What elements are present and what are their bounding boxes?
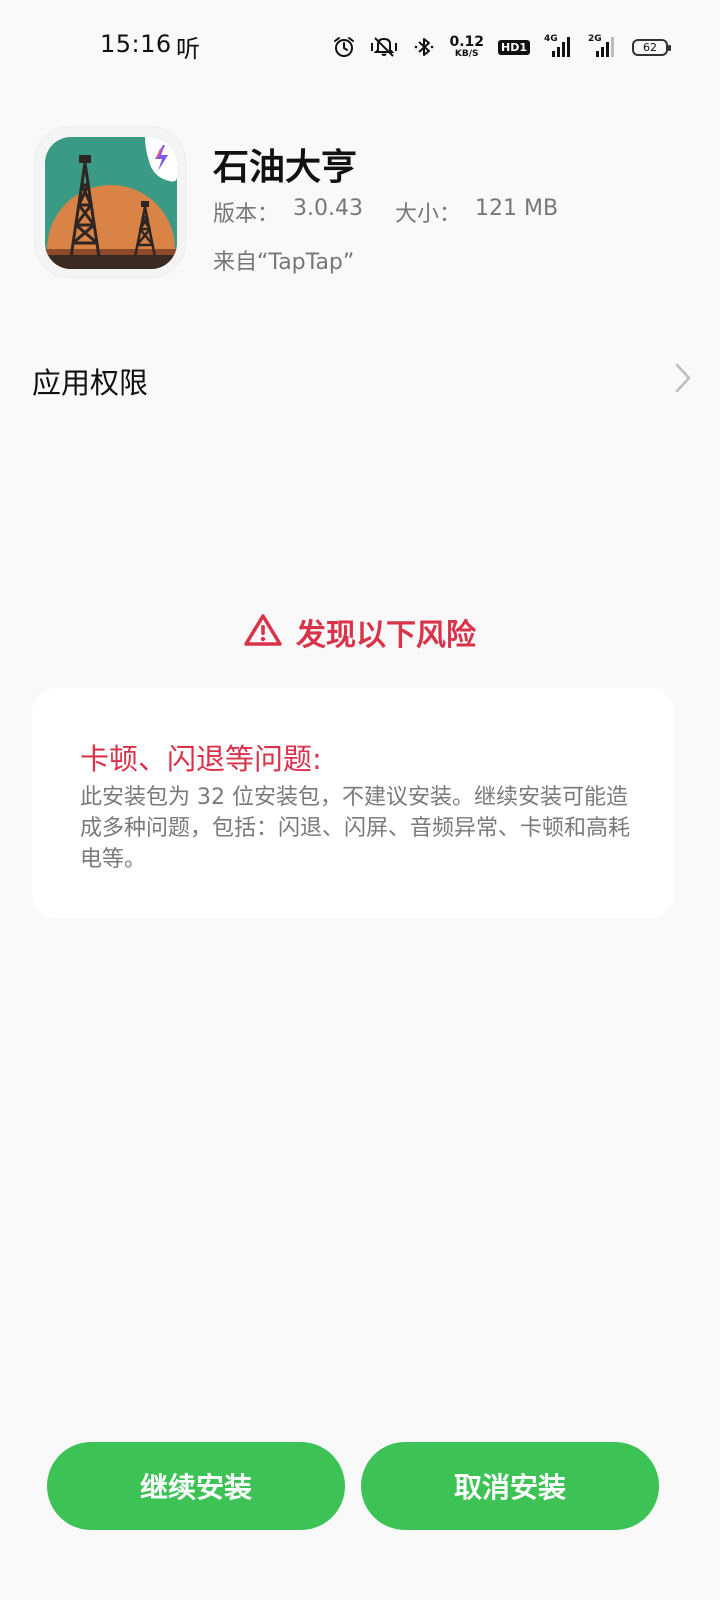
status-bar: 15:16 听 0.12 KB/S HD1 4G 2G 62 bbox=[0, 0, 720, 94]
app-source: 来自“TapTap” bbox=[213, 250, 355, 275]
listen-app-icon: 听 bbox=[176, 35, 200, 63]
hd-voice-badge: HD1 bbox=[498, 39, 530, 55]
status-icons: 0.12 KB/S HD1 4G 2G 62 bbox=[333, 34, 671, 60]
signal-2g-tag: 2G bbox=[588, 34, 602, 44]
battery-icon: 62 bbox=[632, 38, 671, 56]
risk-card: 卡顿、闪退等问题: 此安装包为 32 位安装包，不建议安装。继续安装可能造成多种… bbox=[32, 688, 674, 918]
alarm-icon bbox=[333, 36, 355, 58]
network-speed-unit: KB/S bbox=[454, 49, 479, 59]
app-name: 石油大亨 bbox=[213, 147, 358, 188]
size-label: 大小： bbox=[395, 202, 462, 227]
oil-derrick-icon bbox=[45, 137, 177, 269]
network-speed: 0.12 KB/S bbox=[449, 35, 484, 59]
vibrate-mute-icon bbox=[369, 36, 399, 58]
size-value: 121 MB bbox=[475, 196, 559, 221]
version-value: 3.0.43 bbox=[293, 196, 363, 221]
chevron-right-icon bbox=[674, 362, 692, 398]
permissions-label: 应用权限 bbox=[32, 366, 149, 400]
bluetooth-icon bbox=[413, 36, 435, 58]
risk-description: 此安装包为 32 位安装包，不建议安装。继续安装可能造成多种问题，包括：闪退、闪… bbox=[80, 785, 631, 872]
cancel-install-button[interactable]: 取消安装 bbox=[361, 1442, 659, 1530]
signal-4g-tag: 4G bbox=[544, 34, 558, 44]
warning-title: 发现以下风险 bbox=[296, 618, 476, 653]
app-meta: 版本： 3.0.43 大小： 121 MB bbox=[213, 196, 558, 228]
status-time: 15:16 bbox=[100, 30, 172, 58]
warning-triangle-icon bbox=[244, 613, 282, 651]
version-label: 版本： bbox=[213, 202, 280, 227]
network-speed-value: 0.12 bbox=[449, 34, 484, 50]
continue-install-button[interactable]: 继续安装 bbox=[47, 1442, 345, 1530]
risk-warning: 发现以下风险 bbox=[0, 610, 720, 654]
signal-4g-icon: 4G bbox=[544, 34, 574, 58]
signal-2g-icon: 2G bbox=[588, 34, 618, 58]
app-icon-container bbox=[34, 126, 186, 278]
permissions-row[interactable]: 应用权限 bbox=[0, 340, 720, 416]
risk-title: 卡顿、闪退等问题: bbox=[80, 742, 322, 776]
